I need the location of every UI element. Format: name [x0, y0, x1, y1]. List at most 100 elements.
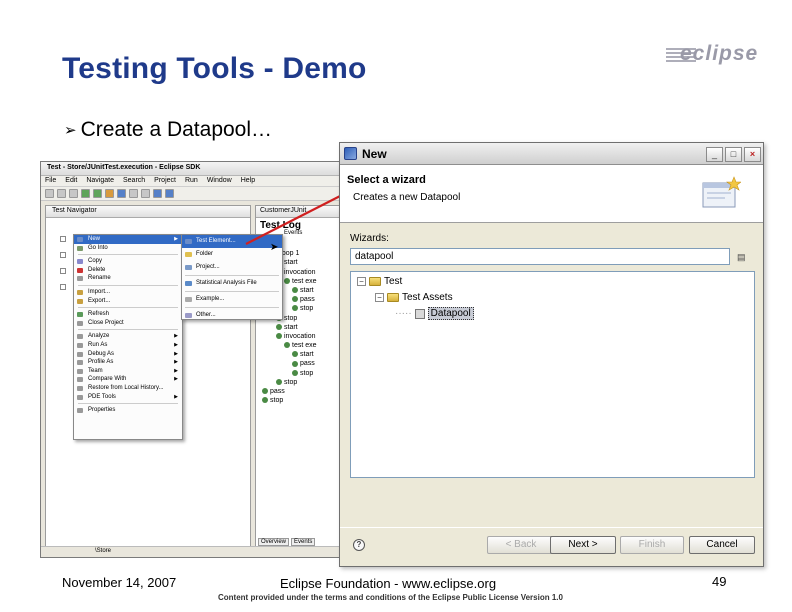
context-menu-item[interactable]: New ▶: [74, 235, 182, 244]
folder-icon: [369, 277, 381, 286]
menu-item-icon: [77, 245, 83, 251]
context-menu-item[interactable]: Copy: [74, 257, 182, 266]
wizard-filter-input[interactable]: [350, 248, 730, 265]
submenu-item[interactable]: Project...: [182, 261, 282, 274]
context-menu-item-label: Analyze: [88, 333, 110, 340]
context-menu-item[interactable]: Import...: [74, 288, 182, 297]
finish-button[interactable]: Finish: [620, 536, 684, 554]
footer-license: Content provided under the terms and con…: [218, 593, 563, 602]
submenu-arrow-icon: ▶: [174, 341, 178, 348]
log-item[interactable]: pass: [256, 359, 344, 368]
menu-navigate[interactable]: Navigate: [86, 177, 114, 185]
submenu-item[interactable]: Statistical Analysis File: [182, 277, 282, 290]
context-menu-item[interactable]: Refresh: [74, 310, 182, 319]
context-menu-item-label: Copy: [88, 258, 103, 265]
context-menu-item[interactable]: Compare With ▶: [74, 375, 182, 384]
log-item[interactable]: test exe: [256, 341, 344, 350]
navigator-tree: [60, 236, 66, 300]
log-item[interactable]: stop: [256, 378, 344, 387]
menu-run[interactable]: Run: [185, 177, 198, 185]
tree-node-test-assets[interactable]: − Test Assets: [375, 292, 453, 303]
wizard-tree: − Test − Test Assets ····· Datapool: [350, 271, 755, 478]
context-menu-item[interactable]: Debug As ▶: [74, 350, 182, 359]
context-menu-item[interactable]: Go Into: [74, 244, 182, 253]
context-menu-item[interactable]: PDE Tools ▶: [74, 393, 182, 402]
context-menu-item[interactable]: Analyze ▶: [74, 332, 182, 341]
new-class-icon[interactable]: [117, 189, 126, 198]
logo-text: eclipse: [680, 42, 759, 65]
menu-edit[interactable]: Edit: [65, 177, 77, 185]
context-menu-item-label: Run As: [88, 341, 108, 348]
context-menu-item[interactable]: Profile As ▶: [74, 358, 182, 367]
context-menu-item-label: Go Into: [88, 244, 108, 251]
menu-file[interactable]: File: [45, 177, 56, 185]
menu-item-icon: [185, 265, 192, 270]
tree-node-test[interactable]: − Test: [357, 276, 402, 287]
minimize-button[interactable]: _: [706, 147, 723, 162]
footer-organization: Eclipse Foundation - www.eclipse.org: [280, 576, 497, 591]
context-menu-item[interactable]: Properties: [74, 406, 182, 415]
slide-title: Testing Tools - Demo: [62, 52, 367, 85]
back-button[interactable]: < Back: [487, 536, 555, 554]
context-menu-item[interactable]: Delete: [74, 266, 182, 275]
log-item-label: start: [284, 323, 298, 331]
search-icon[interactable]: [141, 189, 150, 198]
context-menu-item[interactable]: Export...: [74, 297, 182, 306]
print-icon[interactable]: [69, 189, 78, 198]
collapse-icon[interactable]: −: [357, 277, 366, 286]
submenu-item[interactable]: Example...: [182, 293, 282, 306]
tree-expand-icon[interactable]: [60, 284, 66, 290]
dialog-title-bar: New _ □ ×: [340, 143, 763, 165]
log-item[interactable]: stop: [256, 369, 344, 378]
menu-item-icon: [185, 297, 192, 302]
tab-events[interactable]: Events: [291, 538, 316, 546]
menu-item-icon: [77, 298, 83, 304]
menu-item-icon: [77, 377, 83, 383]
collapse-icon[interactable]: −: [375, 293, 384, 302]
run-icon[interactable]: [93, 189, 102, 198]
context-menu-item-label: Restore from Local History...: [88, 384, 164, 391]
context-menu-item-label: Close Project: [88, 319, 124, 326]
save-icon[interactable]: [57, 189, 66, 198]
clear-filter-icon[interactable]: ▤: [737, 252, 746, 263]
log-item[interactable]: start: [256, 323, 344, 332]
menu-item-icon: [185, 239, 192, 244]
menu-search[interactable]: Search: [123, 177, 145, 185]
new-wizard-dialog: New _ □ × Select a wizard Creates a new …: [339, 142, 764, 567]
open-type-icon[interactable]: [129, 189, 138, 198]
tree-expand-icon[interactable]: [60, 268, 66, 274]
tree-node-datapool[interactable]: ····· Datapool: [395, 307, 474, 320]
log-item[interactable]: stop: [256, 396, 344, 405]
forward-icon[interactable]: [165, 189, 174, 198]
context-menu-item[interactable]: Run As ▶: [74, 341, 182, 350]
external-tools-icon[interactable]: [105, 189, 114, 198]
debug-icon[interactable]: [81, 189, 90, 198]
menu-window[interactable]: Window: [207, 177, 232, 185]
menu-project[interactable]: Project: [154, 177, 176, 185]
log-item-label: start: [300, 351, 314, 359]
maximize-button[interactable]: □: [725, 147, 742, 162]
datapool-icon: [414, 308, 425, 319]
menu-item-icon: [77, 267, 83, 273]
new-icon[interactable]: [45, 189, 54, 198]
tab-overview[interactable]: Overview: [258, 538, 290, 546]
submenu-item[interactable]: Other...: [182, 309, 282, 322]
menu-item-icon: [185, 313, 192, 318]
tab-test-navigator[interactable]: Test Navigator: [46, 206, 250, 218]
tree-expand-icon[interactable]: [60, 236, 66, 242]
context-menu-item[interactable]: Team ▶: [74, 367, 182, 376]
next-button[interactable]: Next >: [550, 536, 616, 554]
help-icon[interactable]: ?: [353, 539, 365, 551]
cancel-button[interactable]: Cancel: [689, 536, 755, 554]
context-menu-item[interactable]: Close Project: [74, 319, 182, 328]
context-menu-item[interactable]: Rename: [74, 274, 182, 283]
close-button[interactable]: ×: [744, 147, 761, 162]
log-item[interactable]: pass: [256, 387, 344, 396]
bullet-point: ➢ Create a Datapool…: [64, 118, 272, 142]
context-menu-item-label: Rename: [88, 275, 111, 282]
context-menu-item[interactable]: Restore from Local History...: [74, 384, 182, 393]
tree-expand-icon[interactable]: [60, 252, 66, 258]
log-item[interactable]: invocation: [256, 332, 344, 341]
back-icon[interactable]: [153, 189, 162, 198]
log-item[interactable]: start: [256, 350, 344, 359]
